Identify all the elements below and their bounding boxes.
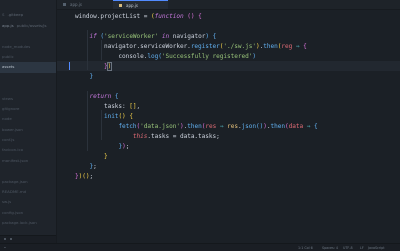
- tab-label: app.js: [126, 3, 138, 8]
- code-line-10: tasks: [],: [75, 103, 141, 110]
- status-indicator: •: [4, 245, 6, 250]
- sidebar-item-label: conf.js: [2, 137, 15, 143]
- sidebar-item-label: public: [2, 53, 14, 59]
- sidebar-item[interactable]: S .gitkeep: [0, 10, 56, 20]
- sidebar-item-package-lock[interactable]: package.lock.json: [0, 218, 56, 228]
- code-line-13: this.tasks = data.tasks;: [132, 133, 220, 140]
- sidebar-item-label: app.js: [2, 22, 14, 28]
- tab-app-js-2[interactable]: app.js: [113, 0, 168, 9]
- code-line-12: fetch('data.json').then(res ⇒ res.json()…: [118, 123, 318, 130]
- sidebar-item-node-modules[interactable]: node_modules: [0, 42, 56, 52]
- js-file-icon: [119, 4, 122, 7]
- code-line-3: if ('serviceWorker' in navigator) {: [89, 33, 217, 40]
- code-line-5: console.log('Successfully registered'): [75, 53, 256, 60]
- sidebar-item[interactable]: [0, 83, 56, 93]
- folder-icon[interactable]: [4, 238, 6, 240]
- encoding-selector[interactable]: UTF-8: [343, 246, 353, 250]
- sidebar-item-label: assets: [2, 64, 15, 70]
- sidebar-item-readme[interactable]: README.md: [0, 187, 56, 197]
- sidebar-item[interactable]: [0, 73, 56, 83]
- sidebar-item-public[interactable]: public: [0, 52, 56, 62]
- sidebar-item-gitignore[interactable]: gitignore: [0, 104, 56, 114]
- indentation-setting[interactable]: Spaces: 4: [322, 246, 338, 250]
- code-line-6: }): [103, 62, 113, 71]
- line-ending-selector[interactable]: LF: [360, 246, 364, 250]
- sidebar-item-label: bower.json: [2, 126, 23, 132]
- code-line-7: }: [89, 73, 94, 80]
- code-editor[interactable]: window.projectList = (function () { if (…: [57, 10, 400, 243]
- sidebar-item-favicon[interactable]: favicon.ico: [0, 145, 56, 155]
- sidebar-item-assets[interactable]: assets: [0, 62, 56, 73]
- text-caret: [69, 62, 70, 70]
- sidebar-item-open-file[interactable]: app.js public/assets/js: [0, 21, 56, 31]
- sidebar-item[interactable]: [0, 166, 56, 176]
- tab-label: app.js: [70, 2, 82, 7]
- sidebar-item-label: views: [2, 95, 13, 101]
- sidebar-item-label: config.json: [2, 209, 24, 215]
- language-mode[interactable]: JavaScript: [368, 246, 385, 250]
- js-file-icon: [63, 3, 66, 6]
- sidebar-item-label: gitignore: [2, 105, 20, 111]
- sidebar-item-manifest[interactable]: manifest.json: [0, 156, 56, 166]
- code-line-9: return {: [89, 93, 119, 100]
- tab-bar: app.js app.js: [57, 0, 400, 10]
- sidebar-item[interactable]: [0, 31, 56, 41]
- code-line-15: }: [103, 153, 108, 160]
- sidebar-item-views[interactable]: views: [0, 94, 56, 104]
- code-line-4: navigator.serviceWorker.register('./sw.j…: [75, 43, 307, 50]
- tab-app-js-1[interactable]: app.js: [57, 0, 112, 9]
- sidebar-item-package-json[interactable]: package.json: [0, 177, 56, 187]
- sidebar-item-bower-json[interactable]: bower.json: [0, 125, 56, 135]
- sidebar-item-path: .gitkeep: [7, 12, 24, 18]
- cursor-position[interactable]: 1:1 Col 6: [298, 246, 313, 250]
- sidebar-item-label: sw.js: [2, 199, 12, 205]
- sidebar-item-label: package.json: [2, 178, 28, 184]
- sidebar-item-label: manifest.json: [2, 157, 29, 163]
- sidebar-item-label: node_modules: [2, 43, 31, 49]
- code-line-16: };: [89, 163, 97, 170]
- sidebar-item[interactable]: [0, 0, 56, 10]
- code-line-1: window.projectList = (function () {: [75, 13, 202, 20]
- file-icon[interactable]: [10, 238, 12, 240]
- code-line-14: });: [118, 143, 130, 150]
- sidebar-item-sw-js[interactable]: sw.js: [0, 197, 56, 207]
- sidebar-item-label: S: [2, 12, 5, 18]
- file-tree-sidebar: S .gitkeep app.js public/assets/js node_mo…: [0, 0, 57, 243]
- sidebar-item-path: public/assets/js: [16, 22, 47, 28]
- sidebar-item-label: package.lock.json: [2, 220, 37, 226]
- code-line-11: init() {: [103, 113, 133, 120]
- sidebar-item-label: node: [2, 116, 12, 122]
- sidebar-item-label: favicon.ico: [2, 147, 23, 153]
- sidebar-item-conf-js[interactable]: conf.js: [0, 135, 56, 145]
- sidebar-footer: [0, 235, 56, 243]
- sidebar-item-config[interactable]: config.json: [0, 208, 56, 218]
- sidebar-item-label: README.md: [2, 189, 27, 195]
- code-line-17: })();: [75, 173, 94, 180]
- sidebar-item-node[interactable]: node: [0, 114, 56, 124]
